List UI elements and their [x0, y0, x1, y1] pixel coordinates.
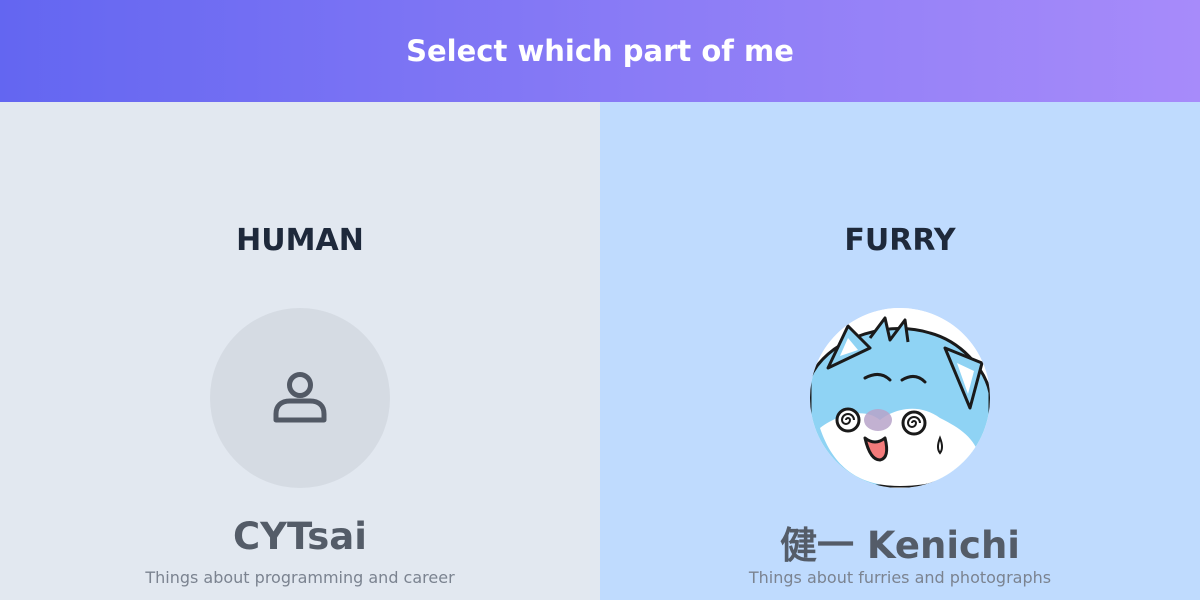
fursona-avatar: [810, 308, 990, 488]
human-name: CYTsai: [233, 515, 367, 558]
user-icon: [273, 372, 327, 423]
furry-panel[interactable]: FURRY 健一 Kenichi Things about furries an…: [600, 102, 1200, 600]
furry-category-label: FURRY: [844, 223, 956, 258]
furry-name: 健一 Kenichi: [780, 524, 1020, 567]
page-title: Select which part of me: [406, 34, 794, 68]
human-avatar: [210, 308, 390, 488]
page-header: Select which part of me: [0, 0, 1200, 102]
human-panel[interactable]: HUMAN CYTsai Things about programming an…: [0, 102, 600, 600]
human-category-label: HUMAN: [236, 223, 364, 258]
human-description: Things about programming and career: [145, 568, 455, 587]
furry-description: Things about furries and photographs: [748, 568, 1052, 587]
fursona-avatar-image: [810, 308, 990, 488]
